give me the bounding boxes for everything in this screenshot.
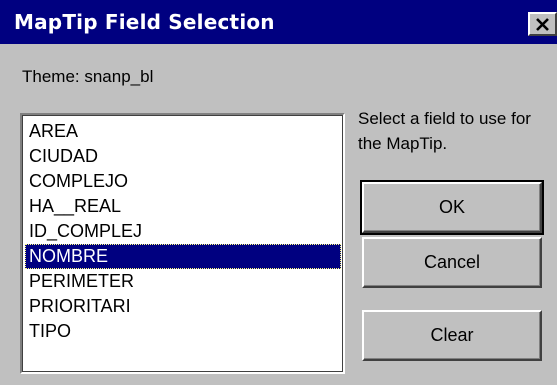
cancel-button[interactable]: Cancel [362, 237, 542, 288]
field-list-item[interactable]: NOMBRE [25, 244, 341, 269]
field-list-item[interactable]: CIUDAD [25, 144, 341, 169]
field-list-item[interactable]: AREA [25, 119, 341, 144]
field-list-item[interactable]: COMPLEJO [25, 169, 341, 194]
field-list: AREA CIUDAD COMPLEJO HA__REAL ID_COMPLEJ NOMB… [25, 119, 341, 344]
close-icon [536, 18, 549, 31]
field-listbox[interactable]: AREA CIUDAD COMPLEJO HA__REAL ID_COMPLEJ NOMB… [20, 113, 345, 374]
clear-button[interactable]: Clear [362, 310, 542, 361]
dialog-window: MapTip Field Selection Theme: snanp_bl A… [0, 0, 557, 385]
field-list-item[interactable]: HA__REAL [25, 194, 341, 219]
field-list-item[interactable]: PERIMETER [25, 269, 341, 294]
close-button[interactable] [528, 12, 557, 36]
title-bar[interactable]: MapTip Field Selection [0, 0, 557, 44]
ok-button[interactable]: OK [360, 180, 544, 235]
field-list-item[interactable]: TIPO [25, 319, 341, 344]
field-list-item[interactable]: PRIORITARI [25, 294, 341, 319]
instruction-text: Select a field to use for the MapTip. [358, 109, 531, 153]
theme-label: Theme: snanp_bl [22, 67, 154, 86]
field-list-item[interactable]: ID_COMPLEJ [25, 219, 341, 244]
window-title: MapTip Field Selection [14, 10, 275, 34]
